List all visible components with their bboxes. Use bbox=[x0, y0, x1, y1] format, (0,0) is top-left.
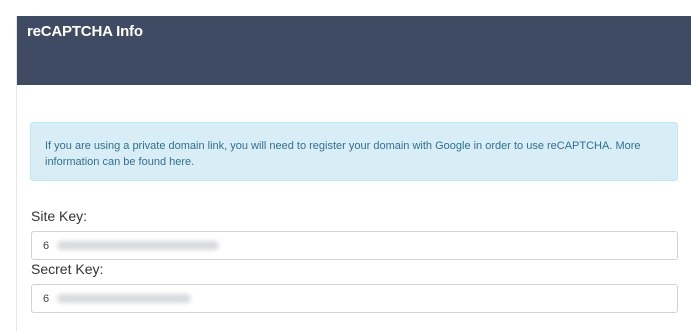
page: reCAPTCHA Info If you are using a privat… bbox=[0, 0, 691, 331]
site-key-input[interactable] bbox=[31, 231, 678, 260]
info-alert: If you are using a private domain link, … bbox=[30, 122, 678, 181]
secret-key-input[interactable] bbox=[31, 284, 678, 313]
panel-header: reCAPTCHA Info bbox=[17, 16, 691, 85]
panel-title: reCAPTCHA Info bbox=[27, 23, 143, 40]
recaptcha-info-panel: reCAPTCHA Info If you are using a privat… bbox=[16, 16, 691, 331]
site-key-label: Site Key: bbox=[31, 208, 88, 224]
secret-key-label: Secret Key: bbox=[31, 261, 104, 277]
info-alert-text: If you are using a private domain link, … bbox=[45, 140, 641, 168]
